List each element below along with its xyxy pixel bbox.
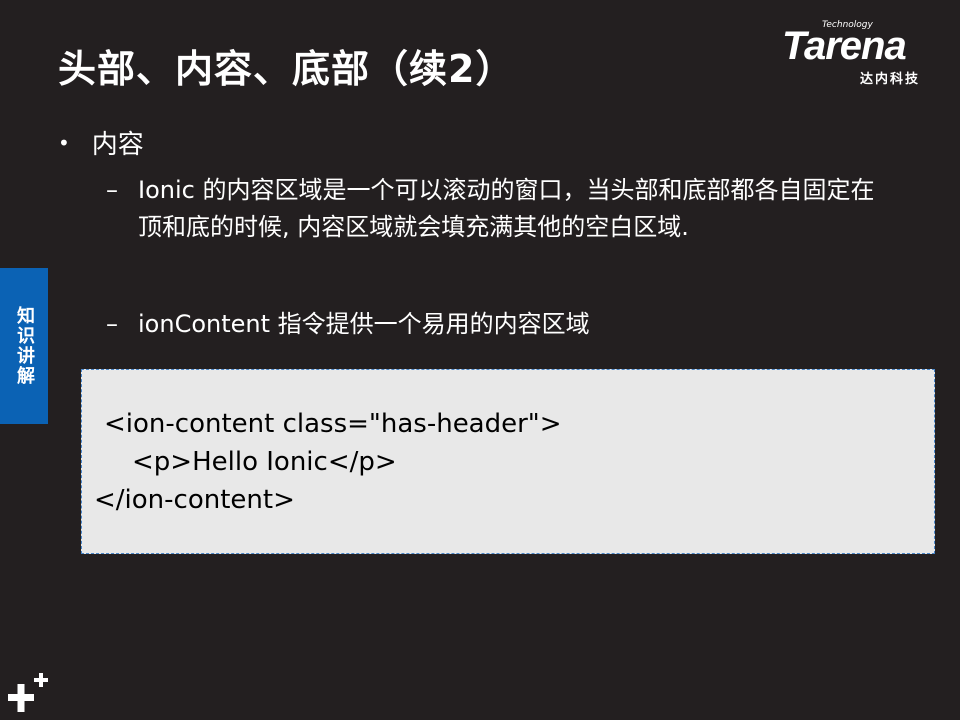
code-line: </ion-content> [94,485,295,515]
logo-subtitle: 达内科技 [860,72,921,87]
sub-item-marker: – [106,310,118,338]
code-line: <p>Hello Ionic</p> [132,447,397,477]
logo-tagline: Technology [822,20,873,30]
brand-logo: Tarena Technology 达内科技 [778,20,948,87]
logo-brand: Tarena [782,24,907,68]
side-tab: 知识讲解 [0,268,48,424]
code-line: <ion-content class="has-header"> [104,409,562,439]
side-tab-label: 知识讲解 [14,306,35,386]
sub-item-marker: – [106,176,118,204]
code-block: <ion-content class="has-header"> <p>Hell… [81,369,935,554]
slide-title: 头部、内容、底部（续2） [58,47,515,91]
sub-item-text: Ionic 的内容区域是一个可以滚动的窗口，当头部和底部都各自固定在顶和底的时候… [138,176,875,241]
bullet-text: 内容 [91,130,144,160]
sub-item-text: ionContent 指令提供一个易用的内容区域 [138,310,590,338]
slide: 头部、内容、底部（续2） Tarena Technology 达内科技 知识讲解… [0,0,960,720]
bullet-item: • 内容 [58,124,144,161]
bullet-marker: • [58,130,70,155]
plus-icon [8,673,48,712]
